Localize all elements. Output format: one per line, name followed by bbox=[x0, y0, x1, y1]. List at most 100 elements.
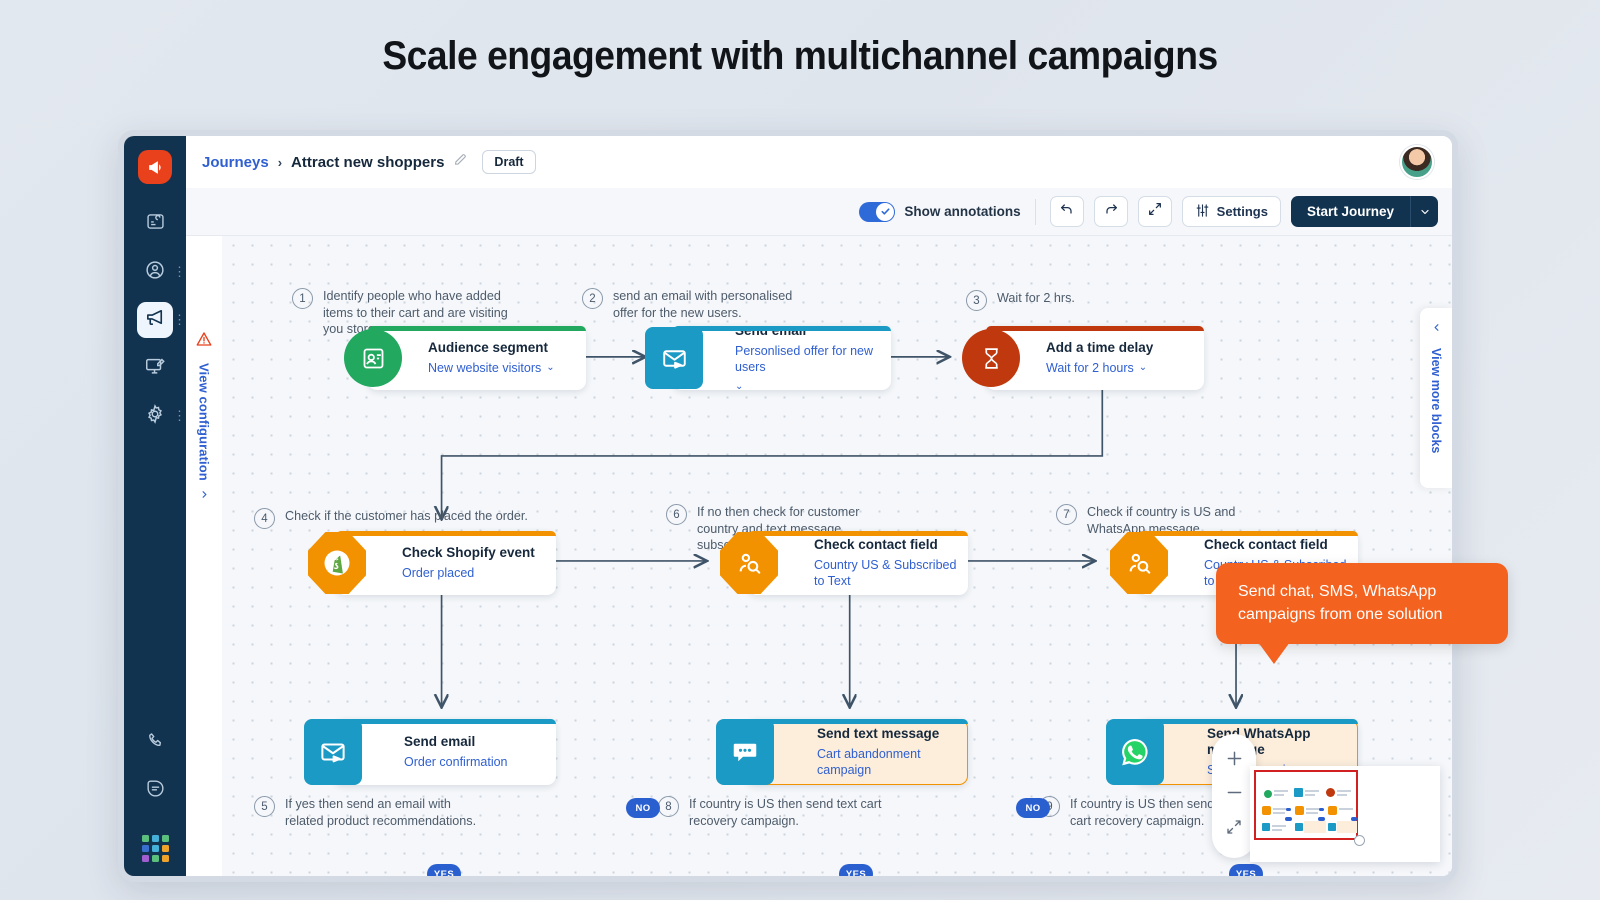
node-icon-badge bbox=[720, 532, 778, 594]
node-check-contact-field-text[interactable]: Check contact field Country US & Subscri… bbox=[720, 531, 968, 595]
minimap-resize-handle[interactable] bbox=[1354, 835, 1365, 846]
chevron-down-icon[interactable]: ⌄ bbox=[735, 380, 743, 390]
show-annotations-toggle[interactable] bbox=[859, 201, 896, 222]
node-subtitle-group[interactable]: Wait for 2 hours ⌄ bbox=[1046, 360, 1204, 376]
node-icon-badge bbox=[308, 532, 366, 594]
chevron-down-icon[interactable]: ⌄ bbox=[1139, 361, 1147, 374]
campaigns-megaphone-icon bbox=[144, 306, 167, 334]
email-send-icon bbox=[321, 743, 345, 763]
fit-screen-button[interactable] bbox=[1225, 812, 1243, 846]
chevron-left-icon[interactable] bbox=[1431, 320, 1442, 338]
annotation-number: 6 bbox=[666, 504, 687, 525]
node-subtitle-group[interactable]: New website visitors ⌄ bbox=[428, 360, 586, 376]
node-send-text-message[interactable]: Send text message Cart abandonment campa… bbox=[716, 719, 968, 785]
phone-icon bbox=[145, 730, 166, 756]
canvas-minimap[interactable] bbox=[1250, 766, 1440, 862]
undo-button[interactable] bbox=[1049, 196, 1084, 227]
sidebar-item-campaigns[interactable]: ⋮ bbox=[137, 302, 186, 338]
node-subtitle: New website visitors bbox=[428, 360, 542, 375]
node-subtitle: Country US & Subscribed to Text bbox=[814, 557, 957, 588]
show-annotations-toggle-group[interactable]: Show annotations bbox=[859, 201, 1021, 222]
left-nav-rail: ⋮ ⋮ ⋮ bbox=[124, 136, 186, 876]
minimap-viewport[interactable] bbox=[1254, 770, 1358, 840]
node-send-email-confirmation[interactable]: Send email Order confirmation bbox=[304, 719, 556, 785]
node-check-shopify-event[interactable]: Check Shopify event Order placed bbox=[308, 531, 556, 595]
redo-button[interactable] bbox=[1093, 196, 1128, 227]
app-grid-icon[interactable] bbox=[141, 835, 169, 862]
app-grid-cell bbox=[151, 845, 159, 852]
view-more-blocks-panel[interactable]: View more blocks bbox=[1420, 308, 1452, 488]
zoom-in-button[interactable] bbox=[1224, 744, 1245, 778]
settings-label: Settings bbox=[1216, 204, 1268, 219]
node-icon-badge bbox=[716, 719, 774, 785]
annotation-number: 3 bbox=[966, 290, 987, 311]
status-badge[interactable]: Draft bbox=[482, 150, 536, 174]
node-title: Send text message bbox=[817, 725, 940, 741]
rail-bottom-group bbox=[124, 725, 186, 862]
chevron-right-icon[interactable] bbox=[197, 489, 211, 500]
campaigns-overflow-dots[interactable]: ⋮ bbox=[173, 313, 186, 326]
breadcrumb-journeys-link[interactable]: Journeys bbox=[202, 154, 269, 171]
contact-search-icon bbox=[739, 553, 760, 574]
node-subtitle: Cart abandonment campaign bbox=[817, 746, 921, 777]
hourglass-icon bbox=[984, 347, 998, 369]
annotation-text: Wait for 2 hrs. bbox=[997, 291, 1075, 305]
app-grid-cell bbox=[141, 855, 149, 862]
annotation-5: 5 If yes then send an email with related… bbox=[254, 796, 484, 829]
megaphone-logo-icon[interactable] bbox=[138, 150, 172, 184]
sidebar-item-settings[interactable]: ⋮ bbox=[137, 398, 186, 434]
content-editor-icon bbox=[144, 355, 166, 382]
expand-button[interactable] bbox=[1137, 196, 1172, 227]
view-configuration-panel[interactable]: View configuration bbox=[186, 236, 222, 876]
chevron-down-icon[interactable] bbox=[1410, 196, 1438, 227]
start-journey-group[interactable]: Start Journey bbox=[1290, 196, 1438, 227]
node-icon-badge bbox=[304, 719, 362, 785]
sidebar-item-content[interactable] bbox=[137, 350, 173, 386]
node-time-delay[interactable]: Add a time delay Wait for 2 hours ⌄ bbox=[962, 326, 1204, 390]
sidebar-item-chat[interactable] bbox=[137, 773, 173, 809]
node-subtitle-group: Order confirmation bbox=[404, 754, 556, 770]
show-annotations-label: Show annotations bbox=[904, 204, 1021, 219]
node-subtitle-group: Order placed bbox=[402, 565, 556, 581]
sidebar-item-calls[interactable] bbox=[137, 725, 173, 761]
journey-canvas[interactable]: View configuration View more blocks NO N… bbox=[186, 236, 1452, 876]
annotation-text: If country is US then send text cart rec… bbox=[689, 797, 882, 828]
node-title: Send email bbox=[735, 326, 807, 338]
start-journey-button[interactable]: Start Journey bbox=[1290, 196, 1410, 227]
annotation-number: 1 bbox=[292, 288, 313, 309]
view-configuration-label: View configuration bbox=[196, 363, 212, 481]
sidebar-item-contacts[interactable]: ⋮ bbox=[137, 254, 186, 290]
chat-icon bbox=[145, 778, 166, 804]
user-avatar[interactable] bbox=[1400, 145, 1434, 179]
zoom-out-button[interactable] bbox=[1224, 778, 1245, 812]
page-title: Scale engagement with multichannel campa… bbox=[382, 34, 1218, 78]
node-send-email-offer[interactable]: Send email Personlised offer for new use… bbox=[645, 326, 891, 390]
node-subtitle: Personlised offer for new users bbox=[735, 343, 874, 374]
app-grid-cell bbox=[161, 835, 169, 842]
expand-diagonal-icon bbox=[1147, 201, 1163, 222]
contacts-overflow-dots[interactable]: ⋮ bbox=[173, 265, 186, 278]
node-subtitle: Order placed bbox=[402, 565, 475, 580]
node-title: Check contact field bbox=[814, 536, 938, 552]
pencil-icon[interactable] bbox=[453, 152, 468, 172]
annotation-number: 2 bbox=[582, 288, 603, 309]
node-subtitle-group: Country US & Subscribed to Text bbox=[814, 557, 968, 590]
edge-label-yes-2: YES bbox=[839, 864, 873, 876]
plus-icon bbox=[1224, 748, 1245, 774]
minus-icon bbox=[1224, 782, 1245, 808]
chevron-down-icon[interactable]: ⌄ bbox=[546, 361, 554, 374]
sms-bubble-icon bbox=[733, 743, 757, 762]
app-grid-cell bbox=[141, 845, 149, 852]
app-grid-cell bbox=[161, 855, 169, 862]
gear-icon bbox=[144, 403, 166, 430]
node-audience-segment[interactable]: Audience segment New website visitors ⌄ bbox=[344, 326, 586, 390]
email-send-icon bbox=[662, 349, 686, 369]
annotation-number: 4 bbox=[254, 508, 275, 529]
node-icon-badge bbox=[1106, 719, 1164, 785]
settings-overflow-dots[interactable]: ⋮ bbox=[173, 409, 186, 422]
settings-button[interactable]: Settings bbox=[1181, 196, 1281, 227]
node-subtitle-group[interactable]: Personlised offer for new users ⌄ bbox=[735, 343, 891, 390]
annotation-text: send an email with personalised offer fo… bbox=[613, 289, 793, 320]
whatsapp-icon bbox=[1122, 738, 1148, 766]
sidebar-item-dashboard[interactable] bbox=[137, 206, 173, 242]
